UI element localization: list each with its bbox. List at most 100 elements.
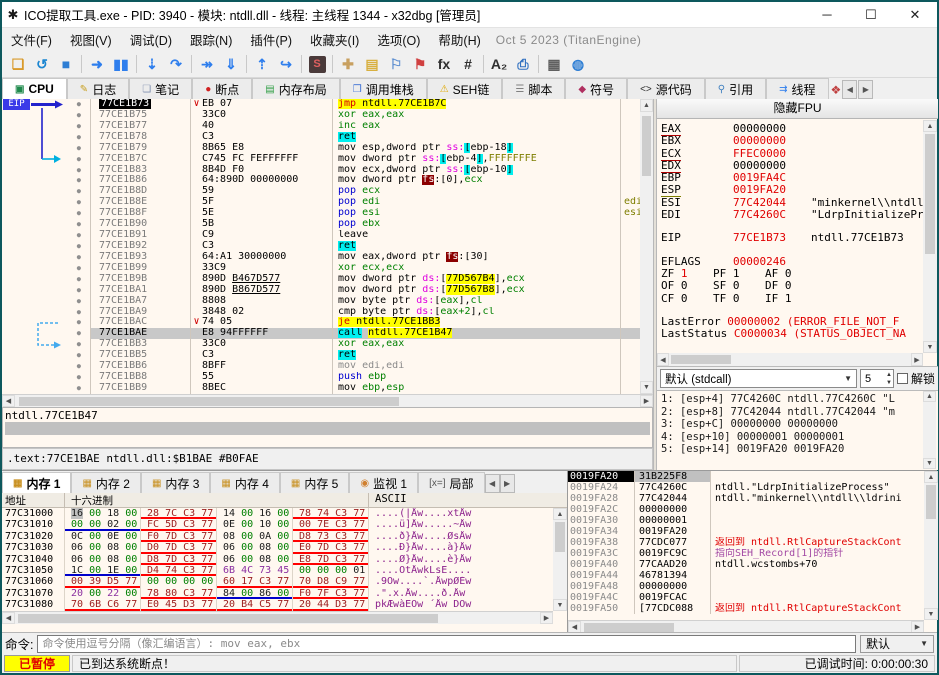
label-icon[interactable]: ⚐ xyxy=(384,53,408,75)
breakpoint-dot[interactable]: ● xyxy=(2,317,90,328)
stack-row[interactable]: 0019FA2C 00000000 xyxy=(568,504,924,515)
stop-icon[interactable]: ■ xyxy=(54,53,78,75)
stack-row[interactable]: 0019FA48 00000000 xyxy=(568,581,924,592)
stack-rows[interactable]: 0019FA20 31B225F8 0019FA24 77C4260C ntdll."L… xyxy=(568,471,924,620)
stack-row[interactable]: 0019FA38 77CDC077 返回到 ntdll.RtlCaptureStac… xyxy=(568,537,924,548)
scroll-up-icon[interactable]: ▲ xyxy=(923,391,936,402)
argument-row[interactable]: 3: [esp+C] 00000000 00000000 xyxy=(661,418,938,431)
tab-引用[interactable]: ⚲ 引用 xyxy=(704,78,767,99)
breakpoint-dot[interactable]: ● xyxy=(2,285,90,296)
tab-源代码[interactable]: <> 源代码 xyxy=(627,78,705,99)
scroll-right-icon[interactable]: ▶ xyxy=(911,353,923,366)
calculator-icon[interactable]: ▦ xyxy=(542,53,566,75)
breakpoint-dot[interactable]: ● xyxy=(2,132,90,143)
assemble-icon[interactable]: A₂ xyxy=(487,53,511,75)
breakpoint-dot[interactable]: ● xyxy=(2,143,90,154)
tab-线程[interactable]: ⇉ 线程 xyxy=(766,78,829,99)
scroll-up-icon[interactable]: ▲ xyxy=(640,99,653,112)
tab-CPU[interactable]: ▣ CPU xyxy=(2,78,67,99)
breakpoint-dot[interactable]: ● xyxy=(2,208,90,219)
register-row[interactable]: EBP 0019FA4C xyxy=(661,171,924,184)
call-arguments-list[interactable]: 1: [esp+4] 77C4260C ntdll.77C4260C "L 2: … xyxy=(657,390,938,470)
close-button[interactable]: ✕ xyxy=(893,2,937,27)
disasm-vscrollbar[interactable]: ▲ ▼ xyxy=(640,99,653,394)
tab-日志[interactable]: ✎ 日志 xyxy=(66,78,130,99)
disasm-row[interactable]: ● 77CE1BB9 8BEC mov ebp,esp xyxy=(2,382,653,394)
tab-断点[interactable]: ● 断点 xyxy=(192,78,253,99)
restart-icon[interactable]: ↺ xyxy=(30,53,54,75)
tab-脚本[interactable]: ☰ 脚本 xyxy=(502,78,566,99)
stack-row[interactable]: 0019FA20 31B225F8 xyxy=(568,471,924,482)
menu-item-跟踪[interactable]: 跟踪(N) xyxy=(181,27,241,52)
breakpoint-dot[interactable]: ● xyxy=(2,230,90,241)
scroll-up-icon[interactable]: ▲ xyxy=(924,471,938,483)
breakpoint-dot[interactable]: ● xyxy=(2,175,90,186)
dump-vscrollbar[interactable]: ▲ ▼ xyxy=(553,508,567,611)
register-row[interactable]: EBX 00000000 xyxy=(661,134,924,147)
argument-row[interactable]: 2: [esp+8] 77C42044 ntdll.77C42044 "m xyxy=(661,406,938,419)
stack-row[interactable]: 0019FA28 77C42044 ntdll."minkernel\\ntdll\… xyxy=(568,493,924,504)
tab-笔记[interactable]: ❏ 笔记 xyxy=(129,78,193,99)
stack-row[interactable]: 0019FA44 46781394 xyxy=(568,570,924,581)
calling-convention-select[interactable]: 默认 (stdcall) ▼ xyxy=(660,369,857,388)
scroll-left-icon[interactable]: ◀ xyxy=(657,353,669,366)
dump-tab-scroll-right[interactable]: ▶ xyxy=(499,474,515,493)
menu-item-插件[interactable]: 插件(P) xyxy=(241,27,301,52)
breakpoint-dot[interactable]: ● xyxy=(2,372,90,383)
stack-row[interactable]: 0019FA3C 0019FC9C 指向SEH_Record[1]的指针 xyxy=(568,548,924,559)
scroll-up-icon[interactable]: ▲ xyxy=(923,120,937,132)
breakpoint-dot[interactable]: ● xyxy=(2,252,90,263)
internet-icon[interactable]: ◍ xyxy=(566,53,590,75)
hide-fpu-button[interactable]: 隐藏FPU xyxy=(657,99,938,119)
step-out-icon[interactable]: ⇓ xyxy=(219,53,243,75)
tab-内存布局[interactable]: ▤ 内存布局 xyxy=(252,78,340,99)
breakpoint-dot[interactable]: ● xyxy=(2,296,90,307)
stack-vscrollbar[interactable]: ▲ ▼ xyxy=(924,471,938,620)
tab-SEH链[interactable]: ⚠ SEH链 xyxy=(426,78,503,99)
dump-rows[interactable]: 77C31000 16 00 18 00 28 7C C3 77 14 00 16… xyxy=(2,508,553,611)
execute-till-return-icon[interactable]: ⇡ xyxy=(250,53,274,75)
scroll-down-icon[interactable]: ▼ xyxy=(923,458,936,469)
arg-count-spinner[interactable]: 5 ▲ ▼ xyxy=(859,369,894,388)
menu-item-调试[interactable]: 调试(D) xyxy=(121,27,181,52)
registers-vscrollbar[interactable]: ▲ ▼ xyxy=(923,120,937,353)
command-profile-select[interactable]: 默认 ▼ xyxy=(860,634,934,653)
command-input[interactable] xyxy=(37,634,856,653)
dump-row[interactable]: 77C31080 70 6B C6 77 E0 45 D3 77 20 B4 C5… xyxy=(2,599,553,611)
hash-icon[interactable]: # xyxy=(456,53,480,75)
scroll-left-icon[interactable]: ◀ xyxy=(2,612,15,624)
register-row[interactable]: EDX 00000000 xyxy=(661,158,924,173)
dump-tab-内存 5[interactable]: ▦ 内存 5 xyxy=(279,472,350,493)
stack-row[interactable]: 0019FA34 0019FA20 xyxy=(568,526,924,537)
menu-item-收藏夹[interactable]: 收藏夹(I) xyxy=(301,27,368,52)
register-row[interactable]: EDI 77C4260C "LdrpInitializePro xyxy=(661,208,924,221)
menu-item-选项[interactable]: 选项(O) xyxy=(368,27,429,52)
breakpoint-dot[interactable]: ● xyxy=(2,274,90,285)
dump-row[interactable]: 77C31030 06 00 08 00 D0 7D C3 77 06 00 08… xyxy=(2,542,553,554)
register-row[interactable]: EFLAGS 00000246 xyxy=(661,255,924,268)
minimize-button[interactable]: ─ xyxy=(805,2,849,27)
stack-row[interactable]: 0019FA30 00000001 xyxy=(568,515,924,526)
breakpoint-dot[interactable]: ● xyxy=(2,165,90,176)
register-row[interactable]: ESP 0019FA20 xyxy=(661,183,924,198)
run-to-cursor-icon[interactable]: ↠ xyxy=(195,53,219,75)
breakpoint-dot[interactable]: ● xyxy=(2,241,90,252)
tab-scroll-right[interactable]: ▶ xyxy=(858,80,874,99)
bookmark-icon[interactable]: ⚑ xyxy=(408,53,432,75)
register-row[interactable]: EIP 77CE1B73 ntdll.77CE1B73 xyxy=(661,232,924,245)
scroll-down-icon[interactable]: ▼ xyxy=(924,608,938,620)
breakpoint-dot[interactable]: ● xyxy=(2,121,90,132)
dump-tab-内存 3[interactable]: ▦ 内存 3 xyxy=(140,472,211,493)
argument-row[interactable]: 5: [esp+14] 0019FA20 0019FA20 xyxy=(661,443,938,456)
argument-row[interactable]: 4: [esp+10] 00000001 00000001 xyxy=(661,431,938,444)
breakpoint-dot[interactable]: ● xyxy=(2,263,90,274)
stack-row[interactable]: 0019FA4C 0019FCAC xyxy=(568,592,924,603)
tab-符号[interactable]: ◆ 符号 xyxy=(565,78,628,99)
scroll-left-icon[interactable]: ◀ xyxy=(2,395,15,407)
breakpoint-dot[interactable]: ● xyxy=(2,350,90,361)
breakpoint-dot[interactable]: ● xyxy=(2,219,90,230)
menu-item-视图[interactable]: 视图(V) xyxy=(61,27,121,52)
dump-tab-内存 2[interactable]: ▦ 内存 2 xyxy=(71,472,141,493)
scroll-down-icon[interactable]: ▼ xyxy=(640,381,653,394)
dump-row[interactable]: 77C31020 0C 00 0E 00 F0 7D C3 77 08 00 0A… xyxy=(2,530,553,543)
